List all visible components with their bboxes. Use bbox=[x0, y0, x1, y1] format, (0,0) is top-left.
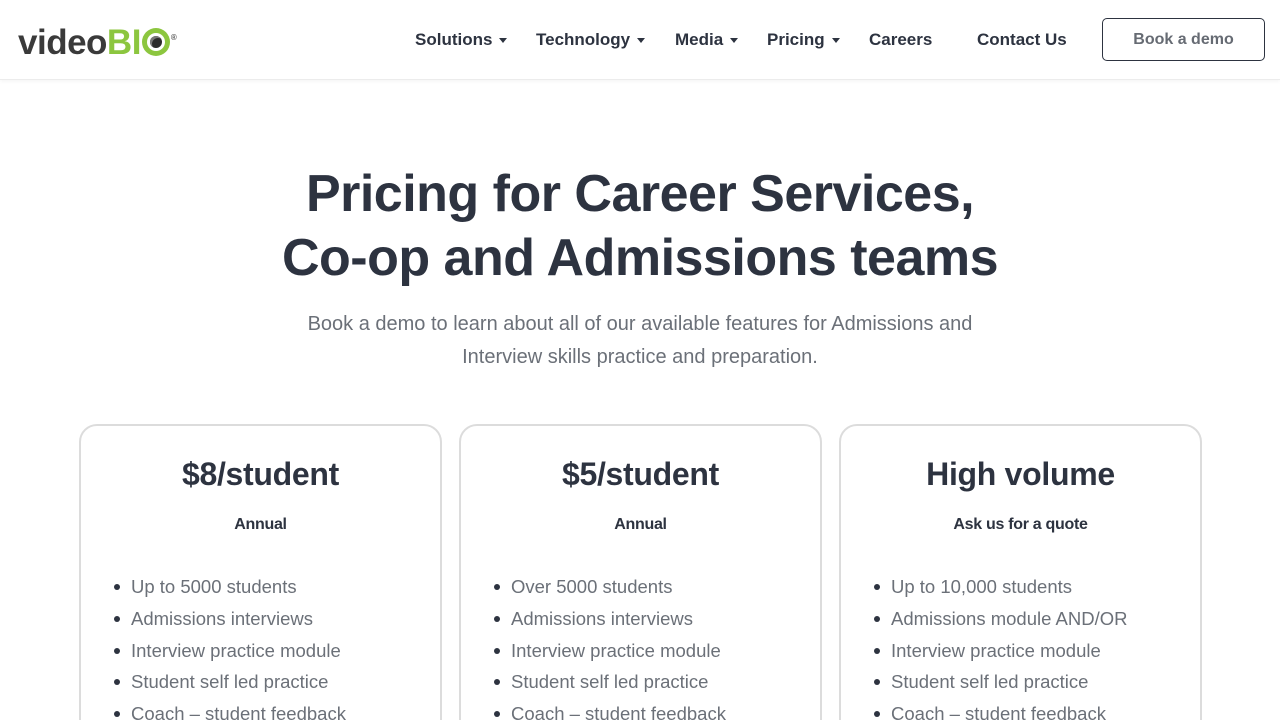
plan-feature: Up to 5000 students bbox=[114, 571, 346, 603]
plan-feature: Student self led practice bbox=[494, 666, 726, 698]
subtitle-line-2: Interview skills practice and preparatio… bbox=[462, 346, 818, 368]
plan-feature: Admissions interviews bbox=[114, 603, 346, 635]
plan-price: $5/student bbox=[561, 456, 720, 492]
plan-feature: Over 5000 students bbox=[494, 571, 726, 603]
subtitle-line-1: Book a demo to learn about all of our av… bbox=[307, 313, 973, 335]
plan-price: $8/student bbox=[181, 456, 340, 492]
plan-feature-list: Up to 10,000 students Admissions module … bbox=[873, 571, 1127, 720]
pricing-card-8-per-student: $8/student Annual Up to 5000 students Ad… bbox=[79, 424, 442, 720]
nav-label: Pricing bbox=[767, 30, 825, 49]
nav-label: Careers bbox=[869, 30, 933, 49]
plan-period: Ask us for a quote bbox=[953, 516, 1088, 533]
nav-item-technology[interactable]: Technology bbox=[536, 30, 646, 50]
nav-label: Media bbox=[675, 30, 724, 49]
caret-down-icon bbox=[831, 37, 840, 43]
plan-period: Annual bbox=[614, 516, 667, 533]
eye-icon bbox=[141, 27, 170, 56]
caret-down-icon bbox=[637, 37, 646, 43]
plan-feature: Interview practice module bbox=[114, 635, 346, 667]
registered-mark: ® bbox=[170, 32, 177, 42]
caret-down-icon bbox=[499, 37, 508, 43]
plan-feature: Admissions interviews bbox=[494, 603, 726, 635]
plan-feature: Interview practice module bbox=[494, 635, 726, 667]
plan-period: Annual bbox=[234, 516, 287, 533]
plan-feature: Student self led practice bbox=[114, 666, 346, 698]
plan-feature-list: Up to 5000 students Admissions interview… bbox=[114, 571, 346, 720]
title-line-2: Co-op and Admissions teams bbox=[281, 229, 999, 287]
nav-item-contact-us[interactable]: Contact Us bbox=[977, 30, 1067, 50]
plan-feature-list: Over 5000 students Admissions interviews… bbox=[494, 571, 726, 720]
nav-label: Contact Us bbox=[977, 30, 1067, 49]
title-line-1: Pricing for Career Services, bbox=[305, 165, 975, 223]
page-title: Pricing for Career Services, Co-op and A… bbox=[140, 162, 1140, 290]
pricing-card-5-per-student: $5/student Annual Over 5000 students Adm… bbox=[459, 424, 822, 720]
book-demo-button[interactable]: Book a demo bbox=[1102, 18, 1265, 61]
plan-feature: Student self led practice bbox=[873, 666, 1127, 698]
nav-item-media[interactable]: Media bbox=[675, 30, 739, 50]
plan-feature: Admissions module AND/OR bbox=[873, 603, 1127, 635]
plan-price: High volume bbox=[926, 456, 1115, 492]
pricing-card-high-volume: High volume Ask us for a quote Up to 10,… bbox=[839, 424, 1202, 720]
nav-label: Technology bbox=[536, 30, 631, 49]
caret-down-icon bbox=[730, 37, 739, 43]
plan-feature: Coach – student feedback bbox=[873, 698, 1127, 720]
site-header: videoBI ® Solutions Technology Media Pric… bbox=[0, 0, 1280, 80]
videobio-logo[interactable]: videoBI ® bbox=[18, 22, 177, 62]
logo-text-bi: BI bbox=[106, 22, 142, 62]
page-subtitle: Book a demo to learn about all of our av… bbox=[270, 308, 1010, 374]
plan-feature: Coach – student feedback bbox=[114, 698, 346, 720]
plan-feature: Interview practice module bbox=[873, 635, 1127, 667]
nav-label: Solutions bbox=[415, 30, 493, 49]
logo-text-video: video bbox=[18, 22, 107, 62]
plan-feature: Up to 10,000 students bbox=[873, 571, 1127, 603]
plan-feature: Coach – student feedback bbox=[494, 698, 726, 720]
nav-item-careers[interactable]: Careers bbox=[869, 30, 932, 50]
nav-item-pricing[interactable]: Pricing bbox=[767, 30, 840, 50]
nav-item-solutions[interactable]: Solutions bbox=[415, 30, 508, 50]
